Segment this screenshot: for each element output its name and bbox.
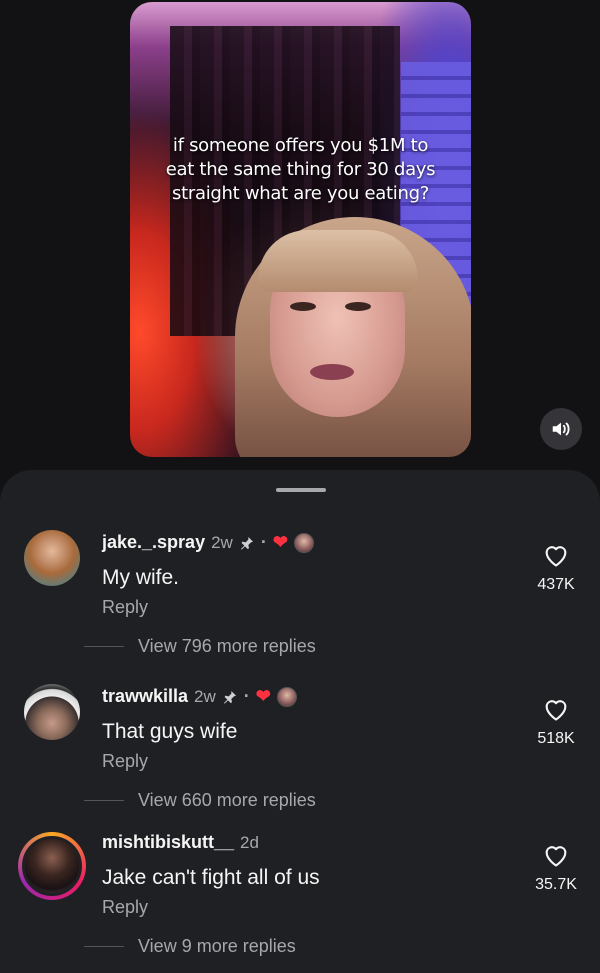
like-button[interactable]: 35.7K <box>520 842 592 894</box>
comments-sheet: jake._.spray 2w · ❤ My wife. Reply 437K … <box>0 470 600 973</box>
comment-text: That guys wife <box>102 720 238 743</box>
creator-liked-heart-icon: ❤ <box>255 686 271 706</box>
sound-toggle-button[interactable] <box>540 408 582 450</box>
comment-time: 2d <box>240 832 259 852</box>
like-button[interactable]: 437K <box>520 542 592 594</box>
comment-header: trawwkilla 2w · ❤ <box>102 686 297 707</box>
comment-username[interactable]: jake._.spray <box>102 532 205 553</box>
thread-line <box>84 946 124 947</box>
person-eye <box>345 302 371 311</box>
comment-header: mishtibiskutt__ 2d <box>102 832 259 853</box>
comment-text: My wife. <box>102 566 180 589</box>
view-replies-button[interactable]: View 9 more replies <box>84 936 296 957</box>
reply-button[interactable]: Reply <box>102 897 148 918</box>
avatar[interactable] <box>24 684 80 740</box>
heart-outline-icon <box>545 846 567 867</box>
like-button[interactable]: 518K <box>520 696 592 748</box>
creator-liked-heart-icon: ❤ <box>272 532 288 552</box>
reply-button[interactable]: Reply <box>102 751 148 772</box>
speaker-icon <box>552 422 570 436</box>
avatar <box>22 836 82 896</box>
heart-outline-icon <box>545 700 567 721</box>
separator-dot: · <box>260 532 267 552</box>
like-count: 518K <box>537 730 575 747</box>
person-lips <box>310 364 354 380</box>
pin-icon <box>223 690 236 704</box>
comment-text: Jake can't fight all of us <box>102 866 320 889</box>
comment-header: jake._.spray 2w · ❤ <box>102 532 314 553</box>
reply-button[interactable]: Reply <box>102 597 148 618</box>
creator-avatar <box>276 686 297 707</box>
video-caption: if someone offers you $1M to eat the sam… <box>165 135 436 204</box>
comment-item: jake._.spray 2w · ❤ My wife. Reply 437K … <box>0 470 600 656</box>
view-replies-label: View 9 more replies <box>138 936 296 956</box>
avatar[interactable] <box>24 530 80 586</box>
comment-time: 2w <box>194 686 216 706</box>
comment-username[interactable]: mishtibiskutt__ <box>102 832 234 853</box>
like-count: 35.7K <box>535 876 577 893</box>
comment-item: mishtibiskutt__ 2d Jake can't fight all … <box>0 770 600 956</box>
pin-icon <box>240 536 253 550</box>
heart-outline-icon <box>545 546 567 567</box>
creator-avatar <box>293 532 314 553</box>
comment-username[interactable]: trawwkilla <box>102 686 188 707</box>
person-bangs <box>258 230 418 292</box>
separator-dot: · <box>243 686 250 706</box>
avatar-story-ring[interactable] <box>18 832 86 900</box>
like-count: 437K <box>537 576 575 593</box>
reel-comments-screen: if someone offers you $1M to eat the sam… <box>0 0 600 973</box>
reel-video[interactable]: if someone offers you $1M to eat the sam… <box>130 2 471 457</box>
person-eye <box>290 302 316 311</box>
comment-time: 2w <box>211 532 233 552</box>
comment-item: trawwkilla 2w · ❤ That guys wife Reply 5… <box>0 624 600 810</box>
